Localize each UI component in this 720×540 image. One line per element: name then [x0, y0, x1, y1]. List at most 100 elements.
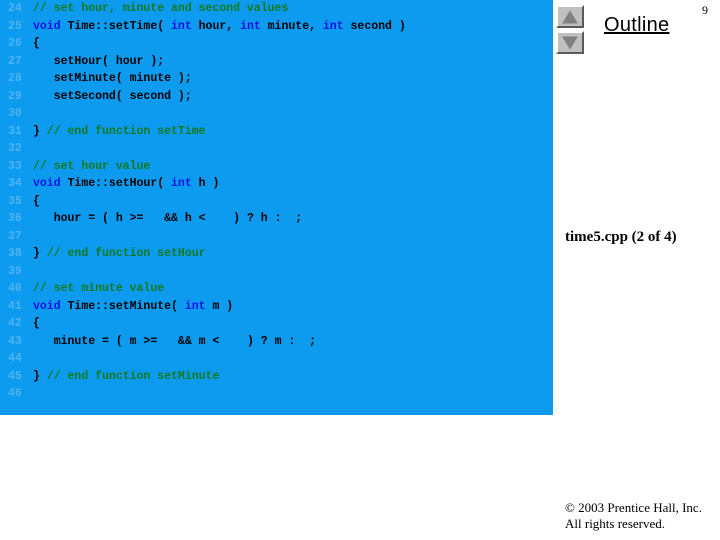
code-token-id: } — [33, 247, 47, 260]
code-token-id: && h < — [157, 212, 213, 225]
scroll-up-button[interactable] — [556, 5, 584, 28]
line-number: 39 — [8, 264, 22, 278]
code-text: } // end function setMinute — [33, 368, 219, 386]
line-number: 26 — [8, 37, 22, 50]
triangle-up-icon — [562, 10, 578, 23]
code-token-id: ) ? h : — [226, 212, 289, 225]
code-token-kw: void — [33, 19, 61, 33]
code-token-kw: int — [184, 299, 206, 313]
code-text: void Time::setMinute( int m ) — [33, 298, 233, 316]
code-token-cmt: // end function setHour — [46, 247, 206, 260]
code-line: 39 — [0, 263, 553, 281]
code-text: void Time::setHour( int h ) — [33, 175, 219, 193]
code-token-id: Time::setTime( — [60, 19, 172, 33]
code-token-cmt: // end function setTime — [46, 124, 206, 138]
code-lines-container: 24// set hour, minute and second values 2… — [0, 0, 553, 403]
copyright-footer: © 2003 Prentice Hall, Inc. All rights re… — [565, 500, 702, 532]
file-name-label: time5.cpp (2 of 4) — [565, 229, 677, 245]
code-token-kw: int — [171, 19, 192, 33]
code-token-id: minute, — [260, 19, 323, 33]
code-text: setHour( hour ); — [33, 53, 164, 71]
triangle-down-icon — [562, 36, 578, 49]
code-line: 26 { — [0, 35, 553, 53]
code-token-kw: int — [322, 19, 344, 33]
line-number: 28 — [8, 72, 22, 85]
code-token-id: { — [33, 194, 40, 208]
code-token-kw: void — [33, 299, 61, 313]
code-token-id: } — [33, 124, 47, 138]
line-number: 29 — [8, 89, 22, 103]
line-number: 27 — [8, 54, 22, 68]
code-token-cmt: // set hour, minute and second values — [33, 2, 289, 15]
code-token-id: second ) — [343, 19, 406, 33]
code-line: 34 void Time::setHour( int h ) — [0, 175, 553, 193]
code-line: 42 { — [0, 315, 553, 333]
code-token-hidden: 0 — [164, 334, 172, 348]
code-text: hour = ( h >= 0 && h < 24 ) ? h : 0; — [33, 210, 303, 228]
code-text: setMinute( minute ); — [33, 70, 192, 88]
line-number: 41 — [8, 299, 22, 313]
line-number: 35 — [8, 194, 22, 208]
code-line: 30 — [0, 105, 553, 123]
code-token-id: ) ? m : — [240, 334, 303, 348]
code-token-kw: int — [240, 19, 261, 33]
code-token-id: ; — [295, 212, 303, 225]
code-line: 44 — [0, 350, 553, 368]
code-token-id: h ) — [191, 177, 220, 190]
code-line: 43 minute = ( m >= 0 && m < 60 ) ? m : 0… — [0, 333, 553, 351]
code-token-cmt: // set minute value — [33, 282, 165, 295]
line-number: 43 — [8, 334, 22, 348]
code-token-id: setHour( hour ); — [33, 54, 165, 68]
code-line: 37 — [0, 228, 553, 246]
code-text: // set minute value — [33, 280, 164, 298]
code-token-id: m ) — [205, 299, 234, 313]
code-text: minute = ( m >= 0 && m < 60 ) ? m : 0; — [33, 333, 316, 351]
code-text: { — [33, 193, 40, 211]
code-token-cmt: // set hour value — [33, 159, 151, 173]
line-number: 24 — [8, 2, 22, 15]
code-token-id: Time::setMinute( — [60, 299, 185, 313]
scroll-down-button[interactable] — [556, 31, 584, 54]
line-number: 32 — [8, 142, 22, 155]
code-line: 35 { — [0, 193, 553, 211]
code-text: void Time::setTime( int hour, int minute… — [33, 18, 406, 36]
code-line: 32 — [0, 140, 553, 158]
code-token-id: ; — [309, 334, 316, 348]
code-line: 40 // set minute value — [0, 280, 553, 298]
code-token-id: { — [33, 37, 40, 50]
code-text: } // end function setHour — [33, 245, 206, 263]
copyright-line-2: All rights reserved. — [565, 516, 666, 531]
code-token-hidden: 24 — [212, 212, 227, 225]
code-token-cmt: // end function setMinute — [46, 369, 220, 383]
line-number: 42 — [8, 317, 22, 330]
line-number: 45 — [8, 369, 22, 383]
code-line: 36 hour = ( h >= 0 && h < 24 ) ? h : 0; — [0, 210, 553, 228]
line-number: 33 — [8, 159, 22, 173]
outline-nav-buttons — [556, 5, 586, 57]
code-text: setSecond( second ); — [33, 88, 192, 106]
code-line: 27 setHour( hour ); — [0, 53, 553, 71]
code-text: // set hour value — [33, 158, 150, 176]
code-line: 38} // end function setHour — [0, 245, 553, 263]
line-number: 44 — [8, 352, 22, 365]
line-number: 31 — [8, 124, 22, 138]
code-text: // set hour, minute and second values — [33, 0, 288, 18]
line-number: 46 — [8, 387, 22, 400]
code-token-id: minute = ( m >= — [33, 334, 165, 348]
line-number: 38 — [8, 247, 22, 260]
code-line: 31} // end function setTime — [0, 123, 553, 141]
line-number: 25 — [8, 19, 22, 33]
code-token-id: { — [33, 317, 40, 330]
code-listing-panel: 24// set hour, minute and second values 2… — [0, 0, 553, 415]
code-text: { — [33, 35, 40, 53]
code-line: 33 // set hour value — [0, 158, 553, 176]
code-line: 24 // set hour, minute and second values — [0, 0, 553, 18]
line-number: 30 — [8, 107, 22, 120]
code-token-hidden: 60 — [226, 334, 241, 348]
code-line: 46 — [0, 385, 553, 403]
code-line: 28 setMinute( minute ); — [0, 70, 553, 88]
page-number: 9 — [702, 3, 708, 17]
code-token-id: hour = ( h >= — [33, 212, 151, 225]
code-token-kw: int — [171, 177, 192, 190]
line-number: 37 — [8, 229, 22, 243]
